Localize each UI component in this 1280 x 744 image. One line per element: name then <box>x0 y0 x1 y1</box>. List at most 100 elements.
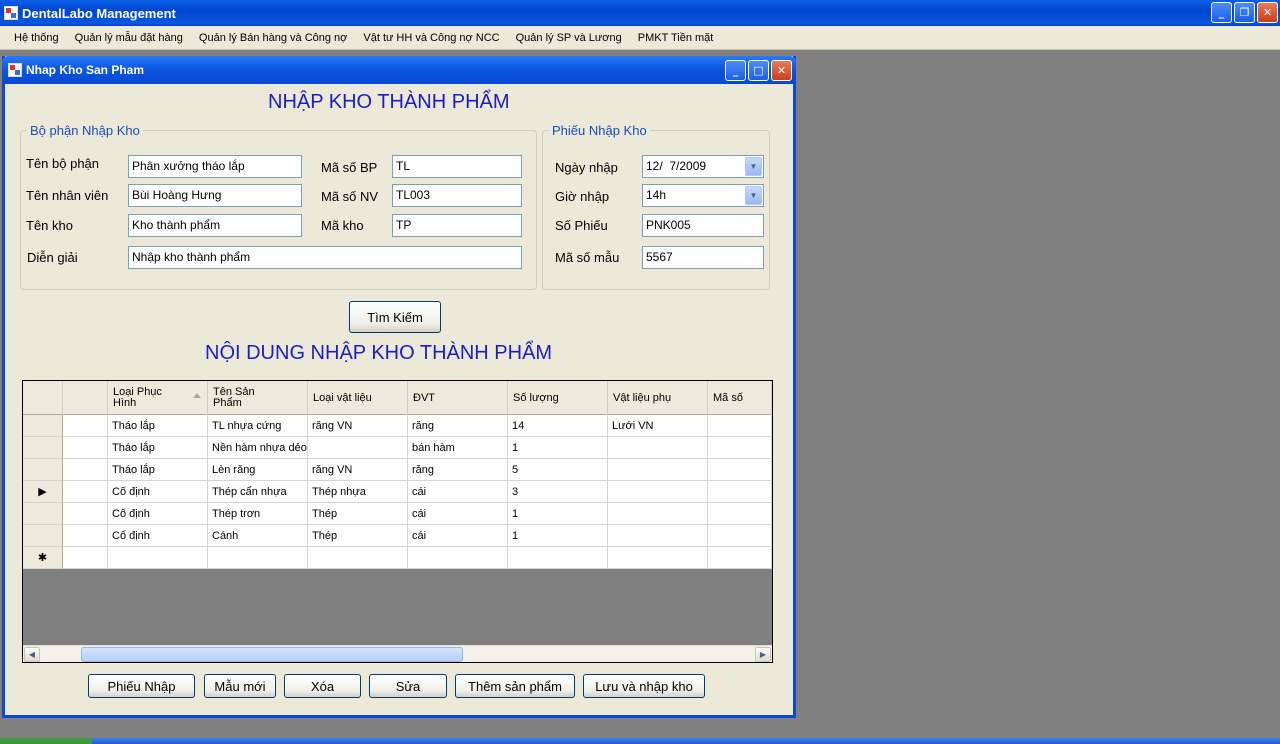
table-cell[interactable] <box>708 437 772 459</box>
table-cell[interactable]: Cánh <box>208 525 308 547</box>
sua-button[interactable]: Sửa <box>369 674 447 698</box>
menu-ban-hang[interactable]: Quản lý Bán hàng và Công nợ <box>191 32 355 44</box>
minimize-icon[interactable]: _ <box>1211 2 1232 23</box>
ma-so-bp-input[interactable]: TL <box>392 155 522 178</box>
table-cell[interactable]: răng <box>408 415 508 437</box>
mau-moi-button[interactable]: Mẫu mới <box>204 674 276 698</box>
table-row[interactable]: ▶ Cố định Thép cẩn nhựa Thép nhựa cái 3 <box>23 481 772 503</box>
table-cell[interactable] <box>608 547 708 569</box>
table-cell[interactable]: răng <box>408 459 508 481</box>
table-cell[interactable]: 1 <box>508 437 608 459</box>
table-cell[interactable] <box>708 547 772 569</box>
table-cell[interactable]: cái <box>408 503 508 525</box>
new-row[interactable]: ✱ <box>23 547 772 569</box>
start-button[interactable] <box>0 738 92 744</box>
product-grid[interactable]: Loại Phục Hình Tên Sản Phẩm Loại vật liệ… <box>22 380 773 663</box>
so-phieu-input[interactable]: PNK005 <box>642 214 764 237</box>
table-cell[interactable] <box>708 415 772 437</box>
table-row[interactable]: Tháo lắp Nền hàm nhựa dẻo bán hàm 1 <box>23 437 772 459</box>
menu-vat-tu[interactable]: Vật tư HH và Công nợ NCC <box>355 32 507 44</box>
table-cell[interactable] <box>708 503 772 525</box>
table-cell[interactable] <box>408 547 508 569</box>
table-cell[interactable]: Lưới VN <box>608 415 708 437</box>
dien-giai-input[interactable]: Nhập kho thành phẩm <box>128 246 522 269</box>
table-cell[interactable]: Cố định <box>108 481 208 503</box>
column-header-vat-lieu-phu[interactable]: Vật liệu phụ <box>608 381 708 415</box>
table-cell[interactable]: cái <box>408 525 508 547</box>
ngay-nhap-datepicker[interactable]: 12/ 7/2009 ▼ <box>642 155 764 178</box>
table-cell[interactable]: 1 <box>508 503 608 525</box>
close-icon[interactable]: ✕ <box>771 60 792 81</box>
column-header-loai-phuc-hinh[interactable]: Loại Phục Hình <box>108 381 208 415</box>
restore-icon[interactable]: ❐ <box>1234 2 1255 23</box>
table-cell[interactable] <box>608 481 708 503</box>
table-cell[interactable] <box>63 459 108 481</box>
column-header-ma-so[interactable]: Mã số <box>708 381 772 415</box>
ma-kho-input[interactable]: TP <box>392 214 522 237</box>
table-cell[interactable]: Tháo lắp <box>108 437 208 459</box>
table-cell[interactable] <box>63 503 108 525</box>
row-header[interactable] <box>23 415 63 437</box>
xoa-button[interactable]: Xóa <box>284 674 361 698</box>
scroll-right-icon[interactable]: ▶ <box>755 647 771 662</box>
ten-bo-phan-input[interactable]: Phân xưởng tháo lắp <box>128 155 302 178</box>
table-cell[interactable]: Cố định <box>108 503 208 525</box>
table-cell[interactable]: 14 <box>508 415 608 437</box>
table-cell[interactable]: Nền hàm nhựa dẻo <box>208 437 308 459</box>
table-cell[interactable] <box>208 547 308 569</box>
table-cell[interactable]: Thép <box>308 525 408 547</box>
ma-so-nv-input[interactable]: TL003 <box>392 184 522 207</box>
table-cell[interactable] <box>308 547 408 569</box>
row-header[interactable] <box>23 459 63 481</box>
menu-quan-ly-mau[interactable]: Quản lý mẫu đặt hàng <box>67 32 191 44</box>
table-cell[interactable]: Tháo lắp <box>108 415 208 437</box>
ten-nhan-vien-input[interactable]: Bùi Hoàng Hưng <box>128 184 302 207</box>
table-cell[interactable] <box>63 415 108 437</box>
ten-kho-input[interactable]: Kho thành phẩm <box>128 214 302 237</box>
search-button[interactable]: Tìm Kiếm <box>349 301 441 333</box>
table-cell[interactable] <box>608 503 708 525</box>
table-cell[interactable] <box>608 459 708 481</box>
column-header-loai-vat-lieu[interactable]: Loại vật liệu <box>308 381 408 415</box>
table-cell[interactable] <box>63 437 108 459</box>
menu-sp-luong[interactable]: Quản lý SP và Lương <box>508 32 630 44</box>
table-cell[interactable]: 5 <box>508 459 608 481</box>
menu-pmkt[interactable]: PMKT Tiền mặt <box>630 32 722 44</box>
table-cell[interactable] <box>708 525 772 547</box>
new-row-icon[interactable]: ✱ <box>23 547 63 569</box>
table-cell[interactable]: 3 <box>508 481 608 503</box>
table-cell[interactable] <box>608 437 708 459</box>
gio-nhap-select[interactable]: 14h ▼ <box>642 184 764 207</box>
table-cell[interactable]: răng VN <box>308 415 408 437</box>
table-cell[interactable]: TL nhựa cứng <box>208 415 308 437</box>
column-header-so-luong[interactable]: Số lượng <box>508 381 608 415</box>
ma-so-mau-input[interactable]: 5567 <box>642 246 764 269</box>
table-cell[interactable]: Tháo lắp <box>108 459 208 481</box>
table-cell[interactable]: Cố định <box>108 525 208 547</box>
table-cell[interactable] <box>108 547 208 569</box>
menu-he-thong[interactable]: Hệ thống <box>6 32 67 44</box>
table-cell[interactable] <box>63 481 108 503</box>
table-cell[interactable] <box>708 481 772 503</box>
chevron-down-icon[interactable]: ▼ <box>745 157 762 176</box>
column-header-dvt[interactable]: ĐVT <box>408 381 508 415</box>
table-cell[interactable] <box>63 525 108 547</box>
table-cell[interactable]: cái <box>408 481 508 503</box>
row-header[interactable] <box>23 503 63 525</box>
table-cell[interactable]: Thép <box>308 503 408 525</box>
table-cell[interactable]: 1 <box>508 525 608 547</box>
table-cell[interactable]: bán hàm <box>408 437 508 459</box>
table-cell[interactable]: Thép trơn <box>208 503 308 525</box>
table-cell[interactable] <box>708 459 772 481</box>
table-row[interactable]: Tháo lắp Lèn răng răng VN răng 5 <box>23 459 772 481</box>
column-header[interactable] <box>63 381 108 415</box>
row-header[interactable]: ▶ <box>23 481 63 503</box>
table-row[interactable]: Cố định Thép trơn Thép cái 1 <box>23 503 772 525</box>
table-cell[interactable]: răng VN <box>308 459 408 481</box>
table-cell[interactable]: Thép nhựa <box>308 481 408 503</box>
table-cell[interactable]: Thép cẩn nhựa <box>208 481 308 503</box>
scroll-left-icon[interactable]: ◀ <box>24 647 40 662</box>
horizontal-scrollbar[interactable]: ◀ ▶ <box>23 645 772 662</box>
phieu-nhap-button[interactable]: Phiếu Nhập <box>88 674 195 698</box>
row-header[interactable] <box>23 525 63 547</box>
